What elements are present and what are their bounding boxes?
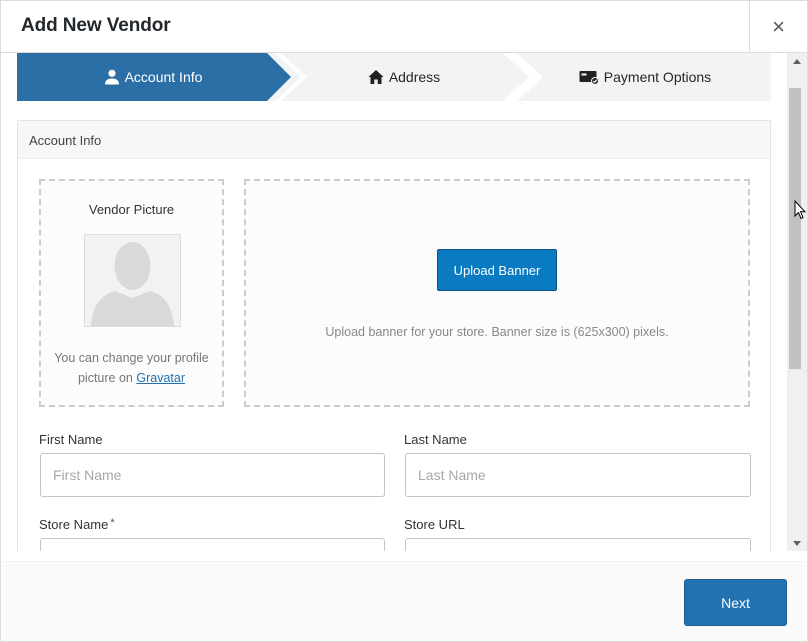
home-icon (368, 70, 384, 84)
step-account-info[interactable]: Account Info (17, 53, 289, 101)
step-label: Payment Options (603, 69, 712, 85)
step-progress-bar: Account Info Address Payment Options (17, 53, 771, 101)
picture-note-text: You can change your profile picture on (54, 351, 209, 385)
store-url-input[interactable] (405, 538, 751, 551)
modal-footer: Next (1, 561, 807, 641)
modal-scrollbar[interactable] (787, 53, 807, 551)
avatar-placeholder-icon (91, 242, 174, 326)
step-label: Address (388, 69, 441, 85)
banner-help-text: Upload banner for your store. Banner siz… (325, 325, 669, 339)
gravatar-link[interactable]: Gravatar (136, 371, 185, 385)
scroll-down-arrow-icon[interactable] (793, 541, 801, 546)
modal-body: Account Info Address Payment Options Acc… (1, 53, 787, 551)
close-button[interactable]: × (749, 1, 807, 53)
required-mark: * (110, 517, 115, 529)
store-name-label: Store Name * (39, 517, 115, 532)
account-info-panel: Account Info Vendor Picture You can chan… (17, 120, 771, 551)
modal-title: Add New Vendor (21, 15, 171, 36)
store-url-label: Store URL (404, 517, 465, 532)
first-name-label: First Name (39, 432, 103, 447)
mouse-cursor-icon (794, 200, 806, 220)
scroll-thumb[interactable] (789, 88, 801, 369)
store-name-label-text: Store Name (39, 517, 109, 532)
panel-title: Account Info (18, 121, 770, 159)
first-name-input[interactable] (40, 453, 385, 497)
upload-banner-button[interactable]: Upload Banner (437, 249, 557, 291)
user-icon (104, 69, 119, 85)
step-label: Account Info (124, 69, 203, 85)
add-vendor-modal: Add New Vendor × Account Info Address Pa… (0, 0, 808, 642)
step-payment-options[interactable]: Payment Options (519, 53, 771, 101)
last-name-input[interactable] (405, 453, 751, 497)
vendor-picture-label: Vendor Picture (88, 202, 175, 217)
close-icon: × (772, 14, 785, 39)
picture-note: You can change your profile picture on G… (49, 348, 214, 388)
store-name-input[interactable] (40, 538, 385, 551)
next-button[interactable]: Next (684, 579, 787, 626)
modal-header: Add New Vendor × (1, 1, 807, 53)
avatar[interactable] (84, 234, 181, 327)
step-address[interactable]: Address (289, 53, 519, 101)
scroll-up-arrow-icon[interactable] (793, 59, 801, 64)
banner-upload-area[interactable]: Upload Banner Upload banner for your sto… (244, 179, 750, 407)
last-name-label: Last Name (404, 432, 467, 447)
payment-icon (579, 71, 599, 85)
vendor-picture-box[interactable]: Vendor Picture You can change your profi… (39, 179, 224, 407)
